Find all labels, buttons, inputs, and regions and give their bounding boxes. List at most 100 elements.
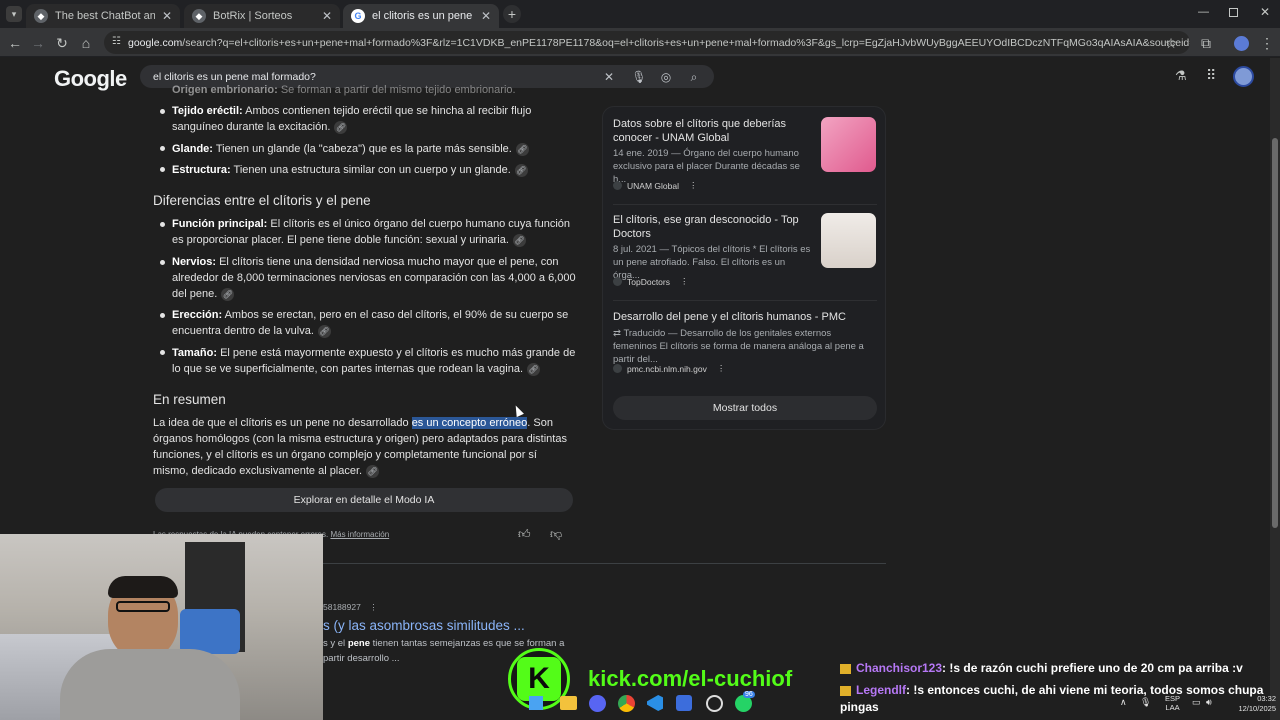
- scrollbar-thumb[interactable]: [1272, 138, 1278, 528]
- tab-botrix-sorteos[interactable]: ◆ BotRix | Sorteos ✕: [184, 4, 340, 28]
- tab-title: el clitoris es un pene mal forma: [372, 10, 474, 22]
- tab-botrix-chatbot[interactable]: ◆ The best ChatBot and Widgets ✕: [26, 4, 180, 28]
- summary-heading: En resumen: [153, 392, 226, 407]
- link-icon[interactable]: 🔗︎: [334, 120, 348, 134]
- account-avatar[interactable]: [1233, 66, 1254, 87]
- keyboard-language[interactable]: ESP LAA: [1165, 694, 1180, 712]
- source-site[interactable]: UNAM Global ⋮: [613, 180, 697, 191]
- more-options-icon[interactable]: ⋮: [717, 363, 726, 374]
- cut-top-line: Origen embrionario: Se forman a partir d…: [172, 84, 516, 96]
- search-icon[interactable]: ⌕: [685, 68, 703, 86]
- webcam-overlay: [0, 534, 323, 720]
- google-logo[interactable]: Google: [54, 66, 127, 92]
- source-snippet: ⇄ Traducido — Desarrollo de los genitale…: [613, 328, 864, 365]
- sources-panel: Datos sobre el clítoris que deberías con…: [602, 106, 886, 430]
- translate-icon: ⇄: [613, 328, 624, 339]
- vscode-icon[interactable]: [647, 695, 663, 711]
- address-bar[interactable]: ☷ google.com/search?q=el+clitoris+es+un+…: [104, 31, 1190, 54]
- unam-icon: [613, 181, 622, 190]
- lens-icon[interactable]: ◎: [657, 68, 675, 86]
- back-arrow-icon[interactable]: ←: [5, 33, 25, 53]
- apps-grid-icon[interactable]: ⠿: [1206, 67, 1216, 84]
- link-icon[interactable]: 🔗︎: [366, 464, 380, 478]
- differences-heading: Diferencias entre el clítoris y el pene: [153, 193, 371, 208]
- microphone-icon[interactable]: 🎙︎: [1140, 697, 1151, 708]
- globe-icon: [613, 364, 622, 373]
- clock[interactable]: 03:32 12/10/2025: [1224, 694, 1276, 714]
- restore-icon[interactable]: [1229, 8, 1238, 17]
- source-title-link[interactable]: El clítoris, ese gran desconocido - Top …: [613, 213, 813, 241]
- glasses-icon: [116, 601, 170, 612]
- topdoctors-icon: [613, 277, 622, 286]
- more-options-icon[interactable]: ⋮: [689, 180, 698, 191]
- extensions-icon[interactable]: ⧉: [1196, 33, 1216, 53]
- difference-item: Erección: Ambos se erectan, pero en el c…: [172, 309, 569, 338]
- source-site[interactable]: TopDoctors ⋮: [613, 276, 689, 287]
- obs-icon[interactable]: [706, 695, 723, 712]
- link-icon[interactable]: 🔗︎: [317, 324, 331, 338]
- divider: [323, 563, 886, 564]
- tab-google-search[interactable]: G el clitoris es un pene mal forma ✕: [343, 4, 499, 28]
- bullet-dot: [160, 167, 165, 172]
- link-icon[interactable]: 🔗︎: [515, 142, 529, 156]
- link-icon[interactable]: 🔗︎: [514, 163, 528, 177]
- close-window-icon[interactable]: ✕: [1260, 5, 1270, 19]
- source-thumbnail[interactable]: [821, 117, 876, 172]
- bookmark-star-icon[interactable]: ☆: [1161, 33, 1181, 53]
- menu-kebab-icon[interactable]: ⋮: [1257, 33, 1277, 53]
- taskbar: 96: [323, 690, 1280, 720]
- volume-icon[interactable]: 🔊︎: [1206, 697, 1212, 708]
- app-icon[interactable]: [676, 695, 692, 711]
- url-host: google.com: [128, 36, 183, 49]
- windows-start-icon[interactable]: [529, 696, 543, 710]
- more-info-link[interactable]: Más información: [330, 530, 389, 539]
- explore-ai-mode-button[interactable]: Explorar en detalle el Modo IA: [155, 488, 573, 512]
- close-icon[interactable]: ✕: [162, 9, 172, 23]
- bullet-dot: [160, 260, 165, 265]
- source-title-link[interactable]: Desarrollo del pene y el clítoris humano…: [613, 310, 877, 324]
- thumbs-up-icon[interactable]: 👍︎: [518, 527, 531, 542]
- source-thumbnail[interactable]: [821, 213, 876, 268]
- more-options-icon[interactable]: ⋮: [369, 602, 378, 612]
- streamer-hair: [108, 576, 178, 598]
- more-options-icon[interactable]: ⋮: [680, 276, 689, 287]
- page-scrollbar[interactable]: [1270, 58, 1280, 720]
- selected-text[interactable]: es un concepto erróneo: [411, 417, 528, 429]
- labs-flask-icon[interactable]: ⚗: [1175, 68, 1187, 84]
- bullet-dot: [160, 109, 165, 114]
- show-all-button[interactable]: Mostrar todos: [613, 396, 877, 420]
- kick-url: kick.com/el-cuchiof: [588, 666, 793, 691]
- home-icon[interactable]: ⌂: [76, 33, 96, 53]
- discord-icon[interactable]: [589, 695, 606, 712]
- summary-paragraph: La idea de que el clítoris es un pene no…: [153, 417, 567, 478]
- tab-list-button[interactable]: ▾: [6, 6, 22, 22]
- notification-count: 96: [743, 691, 755, 698]
- folder-icon[interactable]: [560, 696, 577, 710]
- tab-strip: ▾ ◆ The best ChatBot and Widgets ✕ ◆ Bot…: [0, 0, 1280, 28]
- link-icon[interactable]: 🔗︎: [512, 233, 526, 247]
- source-title-link[interactable]: Datos sobre el clítoris que deberías con…: [613, 117, 813, 145]
- clear-icon[interactable]: ✕: [600, 68, 618, 86]
- result-title-link[interactable]: s (y las asombrosas similitudes ...: [323, 617, 525, 635]
- chevron-up-icon[interactable]: ∧: [1120, 697, 1127, 708]
- google-icon: G: [351, 9, 365, 23]
- close-icon[interactable]: ✕: [481, 9, 491, 23]
- new-tab-icon[interactable]: +: [503, 5, 521, 23]
- browser-toolbar: ← → ↻ ⌂ ☷ google.com/search?q=el+clitori…: [0, 28, 1280, 57]
- botrix-icon: ◆: [34, 9, 48, 23]
- similarity-item: Glande: Tienen un glande (la "cabeza") q…: [172, 142, 529, 156]
- thumbs-down-icon[interactable]: 👎︎: [550, 527, 562, 542]
- link-icon[interactable]: 🔗︎: [527, 362, 540, 376]
- profile-avatar[interactable]: [1231, 33, 1251, 53]
- source-site[interactable]: pmc.ncbi.nlm.nih.gov ⋮: [613, 363, 725, 374]
- site-info-icon[interactable]: ☷: [112, 36, 121, 47]
- minimize-icon[interactable]: —: [1198, 6, 1209, 18]
- reload-icon[interactable]: ↻: [52, 33, 72, 53]
- network-icon[interactable]: ▭: [1192, 697, 1201, 708]
- voice-search-icon[interactable]: 🎙︎: [630, 68, 648, 86]
- chrome-icon[interactable]: [618, 695, 635, 712]
- link-icon[interactable]: 🔗︎: [221, 287, 235, 301]
- divider: [613, 300, 877, 301]
- forward-arrow-icon[interactable]: →: [28, 33, 48, 53]
- close-icon[interactable]: ✕: [322, 9, 332, 23]
